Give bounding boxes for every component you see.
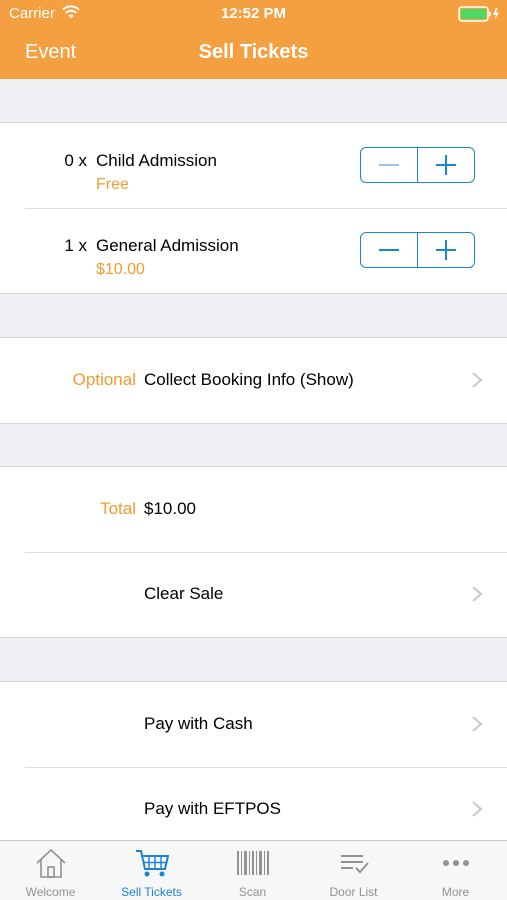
status-bar: Carrier 12:52 PM — [0, 0, 507, 28]
total-label: Total — [100, 499, 136, 518]
increment-button[interactable] — [417, 233, 474, 267]
tab-sell-tickets[interactable]: Sell Tickets — [101, 841, 202, 900]
summary-section: Total $10.00 Clear Sale — [0, 466, 507, 638]
payment-section: Pay with Cash Pay with EFTPOS — [0, 681, 507, 861]
minus-icon — [379, 164, 399, 166]
page-title: Sell Tickets — [198, 41, 309, 63]
minus-icon — [379, 249, 399, 251]
tab-door-list[interactable]: Door List — [303, 841, 404, 900]
quantity-stepper — [360, 147, 475, 183]
cart-icon — [135, 850, 169, 877]
ticket-quantity: 1 x — [64, 236, 87, 255]
chevron-right-icon — [472, 586, 483, 602]
home-icon — [35, 848, 66, 878]
ticket-quantity: 0 x — [64, 151, 87, 170]
ticket-price: Free — [96, 176, 129, 193]
barcode-icon — [236, 851, 269, 875]
tab-more[interactable]: More — [404, 841, 507, 900]
tab-label: Door List — [329, 885, 378, 899]
ticket-row-general: 1 x General Admission $10.00 — [0, 208, 507, 293]
chevron-right-icon — [472, 716, 483, 732]
navigation-bar: Carrier 12:52 PM Event Sell Tickets — [0, 0, 507, 79]
chevron-right-icon — [472, 372, 483, 388]
checklist-icon — [340, 855, 369, 874]
total-value: $10.00 — [144, 499, 196, 518]
increment-button[interactable] — [417, 148, 474, 182]
ticket-price: $10.00 — [96, 261, 145, 278]
tab-label: Sell Tickets — [121, 885, 182, 899]
pay-cash-label: Pay with Cash — [144, 714, 253, 733]
tickets-section: 0 x Child Admission Free 1 x General Adm… — [0, 122, 507, 294]
clear-sale-row[interactable]: Clear Sale — [0, 552, 507, 637]
ticket-name: Child Admission — [96, 151, 217, 170]
booking-section: Optional Collect Booking Info (Show) — [0, 337, 507, 424]
plus-icon — [436, 240, 456, 260]
optional-label: Optional — [72, 370, 136, 389]
plus-icon — [436, 155, 456, 175]
collect-booking-row[interactable]: Optional Collect Booking Info (Show) — [0, 338, 507, 423]
ticket-row-child: 0 x Child Admission Free — [0, 123, 507, 208]
tab-bar: Welcome Sell Tickets Scan Door List More — [0, 840, 507, 900]
quantity-stepper — [360, 232, 475, 268]
tab-label: More — [441, 885, 470, 899]
tab-welcome[interactable]: Welcome — [0, 841, 101, 900]
more-icon — [442, 860, 469, 866]
clear-sale-label: Clear Sale — [144, 584, 224, 603]
ticket-name: General Admission — [96, 236, 239, 255]
status-time: 12:52 PM — [220, 5, 287, 22]
chevron-right-icon — [472, 801, 483, 817]
pay-eftpos-label: Pay with EFTPOS — [144, 799, 281, 818]
tab-label: Welcome — [25, 885, 76, 899]
total-row: Total $10.00 — [0, 467, 507, 552]
battery-icon — [458, 6, 499, 22]
decrement-button[interactable] — [361, 233, 417, 267]
tab-scan[interactable]: Scan — [202, 841, 303, 900]
collect-booking-label: Collect Booking Info (Show) — [144, 370, 354, 389]
decrement-button[interactable] — [361, 148, 417, 182]
pay-cash-row[interactable]: Pay with Cash — [0, 682, 507, 767]
tab-label: Scan — [238, 885, 267, 899]
